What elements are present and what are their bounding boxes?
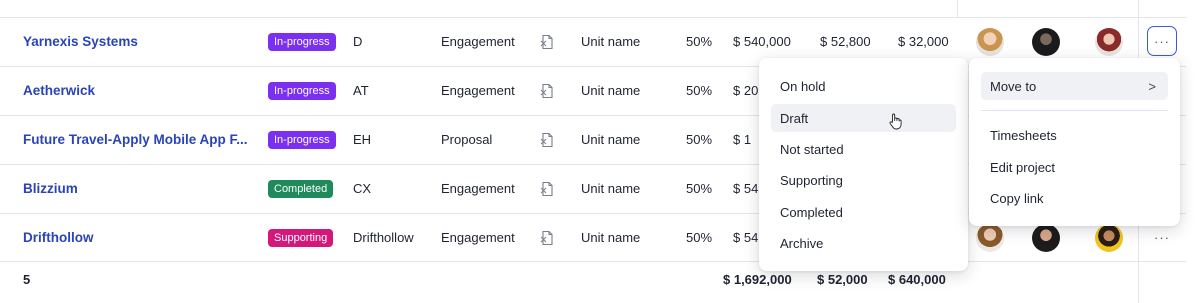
status-submenu: On hold Draft Not started Supporting Com… — [759, 58, 968, 271]
project-name[interactable]: Yarnexis Systems — [23, 17, 138, 66]
percentage: 50% — [686, 181, 713, 196]
amount-budget: $ 1 — [733, 132, 752, 147]
actions-menu: Move to > Timesheets Edit project Copy l… — [969, 58, 1180, 226]
status-badge: In-progress — [268, 115, 336, 164]
unit-name: Unit name — [581, 230, 641, 245]
project-code: Drifthollow — [353, 230, 414, 245]
status-badge: Supporting — [268, 213, 334, 262]
menu-item-copy-link[interactable]: Copy link — [981, 184, 1168, 212]
amount-budget: $ 20 — [733, 83, 759, 98]
avatar[interactable] — [976, 28, 1004, 56]
move-to-label: Move to — [990, 78, 1037, 94]
menu-item-completed[interactable]: Completed — [771, 198, 956, 226]
project-type: Engagement — [441, 181, 515, 196]
menu-item-timesheets[interactable]: Timesheets — [981, 121, 1168, 149]
menu-item-supporting[interactable]: Supporting — [771, 166, 956, 194]
unit-name: Unit name — [581, 132, 641, 147]
document-icon[interactable] — [540, 164, 554, 213]
project-code: CX — [353, 181, 372, 196]
project-code: D — [353, 34, 363, 49]
hand-cursor-icon — [888, 113, 903, 133]
menu-item-on-hold[interactable]: On hold — [771, 72, 956, 100]
project-name[interactable]: Blizzium — [23, 164, 78, 213]
avatar[interactable] — [1095, 28, 1123, 56]
avatar[interactable] — [1095, 224, 1123, 252]
chevron-right-icon: > — [1148, 78, 1156, 94]
percentage: 50% — [686, 83, 713, 98]
menu-item-move-to[interactable]: Move to > — [981, 72, 1168, 100]
project-name[interactable]: Drifthollow — [23, 213, 94, 262]
project-code: EH — [353, 132, 372, 147]
project-type: Proposal — [441, 132, 493, 147]
menu-item-edit-project[interactable]: Edit project — [981, 153, 1168, 181]
total-count: 5 — [23, 271, 31, 287]
percentage: 50% — [686, 230, 713, 245]
unit-name: Unit name — [581, 181, 641, 196]
unit-name: Unit name — [581, 34, 641, 49]
avatar[interactable] — [976, 224, 1004, 252]
document-icon[interactable] — [540, 213, 554, 262]
avatar[interactable] — [1032, 224, 1060, 252]
status-badge: In-progress — [268, 17, 336, 66]
project-name[interactable]: Future Travel-Apply Mobile App F... — [23, 115, 248, 164]
project-code: AT — [353, 83, 369, 98]
column-divider — [957, 0, 958, 18]
avatar[interactable] — [1032, 28, 1060, 56]
project-type: Engagement — [441, 83, 515, 98]
menu-item-archive[interactable]: Archive — [771, 229, 956, 257]
document-icon[interactable] — [540, 115, 554, 164]
project-type: Engagement — [441, 230, 515, 245]
amount-budget: $ 54 — [733, 181, 759, 196]
more-actions-button[interactable]: ··· — [1147, 222, 1177, 252]
percentage: 50% — [686, 34, 713, 49]
menu-divider — [981, 110, 1168, 111]
percentage: 50% — [686, 132, 713, 147]
totals-row: 5 $ 1,692,000 $ 52,000 $ 640,000 — [0, 261, 1186, 297]
status-badge: Completed — [268, 164, 334, 213]
document-icon[interactable] — [540, 17, 554, 66]
status-badge: In-progress — [268, 66, 336, 115]
project-name[interactable]: Aetherwick — [23, 66, 95, 115]
menu-item-not-started[interactable]: Not started — [771, 135, 956, 163]
amount-budget: $ 54 — [733, 230, 759, 245]
menu-item-draft[interactable]: Draft — [771, 104, 956, 132]
project-type: Engagement — [441, 34, 515, 49]
unit-name: Unit name — [581, 83, 641, 98]
more-actions-button[interactable]: ··· — [1147, 26, 1177, 56]
document-icon[interactable] — [540, 66, 554, 115]
